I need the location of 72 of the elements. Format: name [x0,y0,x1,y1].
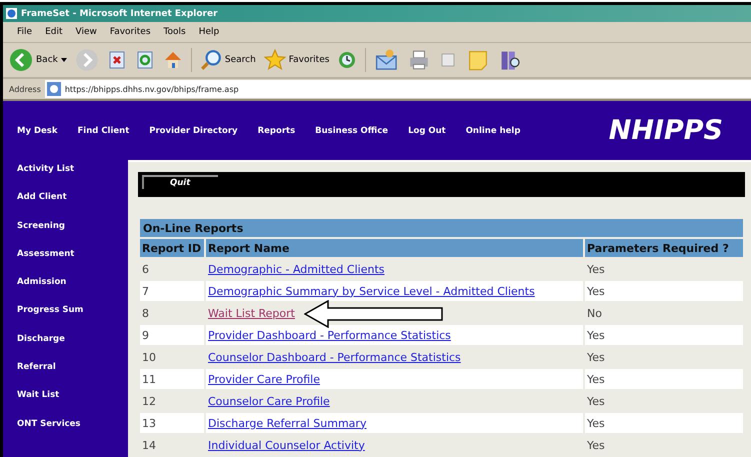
table-cell-text: Yes [586,372,606,388]
stop-icon[interactable] [106,50,127,70]
refresh-icon[interactable] [134,50,155,70]
star-icon [264,49,286,71]
report-link[interactable]: Demographic - Admitted Clients [208,262,384,276]
print-icon[interactable] [408,49,430,71]
nav-link[interactable]: Business Office [315,126,388,136]
report-link[interactable]: Discharge Referral Summary [208,416,366,430]
browser-icon [6,8,17,19]
report-link[interactable]: Provider Dashboard - Performance Statistics [208,328,451,342]
menu-item[interactable]: View [76,27,97,37]
page-icon [46,82,61,96]
column-header: Parameters Required ? [585,239,743,257]
nav-link[interactable]: Online help [466,126,520,136]
table-cell-text: 11 [141,372,157,388]
table-cell-text: Yes [586,284,606,300]
nav-link[interactable]: Log Out [408,126,446,136]
table-cell-text: 10 [141,350,157,366]
report-link[interactable]: Provider Care Profile [208,372,320,386]
sidebar-link[interactable]: Referral [17,362,128,390]
address-field[interactable]: https://bhipps.dhhs.nv.gov/bhips/frame.asp [44,80,751,98]
column-header: Report Name [206,239,583,257]
menu-item[interactable]: Help [198,27,220,37]
site-logo: NHIPPS [608,115,723,146]
sidebar-link[interactable]: ONT Services [17,418,128,447]
nav-link[interactable]: My Desk [17,126,58,136]
report-link[interactable]: Demographic Summary by Service Level - Admitted Clients [208,284,535,298]
report-link[interactable]: Counselor Dashboard - Performance Statistics [208,350,461,364]
sidebar-link[interactable]: Progress Sum [17,305,128,334]
menu-item[interactable]: Favorites [110,27,151,37]
sidebar-link[interactable]: Admission [17,277,128,306]
menu-item[interactable]: Edit [45,27,62,37]
quit-button[interactable]: Quit [142,174,218,188]
history-icon[interactable] [337,50,358,70]
table-cell-text: 8 [141,306,150,322]
table-cell-text: Yes [586,328,606,344]
sidebar-link[interactable]: Add Client [17,192,128,221]
sidebar-link[interactable]: Activity List [17,164,128,192]
sidebar-link[interactable]: Assessment [17,248,128,278]
report-link[interactable]: Wait List Report [208,306,295,320]
report-link[interactable]: Counselor Care Profile [208,394,330,408]
table-cell-text: No [586,306,603,322]
table-cell-text: 13 [141,416,157,432]
table-cell-text: Yes [586,394,606,410]
table-cell-text: Yes [586,262,606,278]
nav-link[interactable]: Find Client [78,126,130,136]
table-cell-text: Yes [586,350,606,366]
address-label: Address [9,84,41,94]
menu-item[interactable]: Tools [164,27,186,37]
column-header: Report ID [140,239,204,257]
nav-link[interactable]: Reports [258,126,296,136]
home-icon[interactable] [162,50,183,70]
sidebar-link[interactable]: Discharge [17,334,128,362]
table-cell-text: 9 [141,328,150,344]
sidebar-link[interactable]: Screening [17,220,128,249]
menu-item[interactable]: File [17,27,32,37]
search-icon [200,49,222,71]
table-cell-text: 12 [141,394,157,410]
table-cell-text: 7 [141,284,150,300]
table-cell-text: 14 [141,438,157,454]
caret-icon [60,58,67,62]
search-button[interactable]: Search [200,49,256,71]
nav-link[interactable]: Provider Directory [149,126,238,136]
window-title: FrameSet - Microsoft Internet Explorer [21,8,218,18]
sidebar-link[interactable]: Wait List [17,390,128,419]
back-button[interactable]: Back [9,48,67,72]
table-title: On-Line Reports [140,219,743,237]
table-cell-text: Yes [586,438,606,454]
report-link[interactable]: Individual Counselor Activity [208,438,365,452]
favorites-button[interactable]: Favorites [264,49,330,71]
table-cell-text: Yes [586,416,606,432]
table-cell-text: 6 [141,262,150,278]
